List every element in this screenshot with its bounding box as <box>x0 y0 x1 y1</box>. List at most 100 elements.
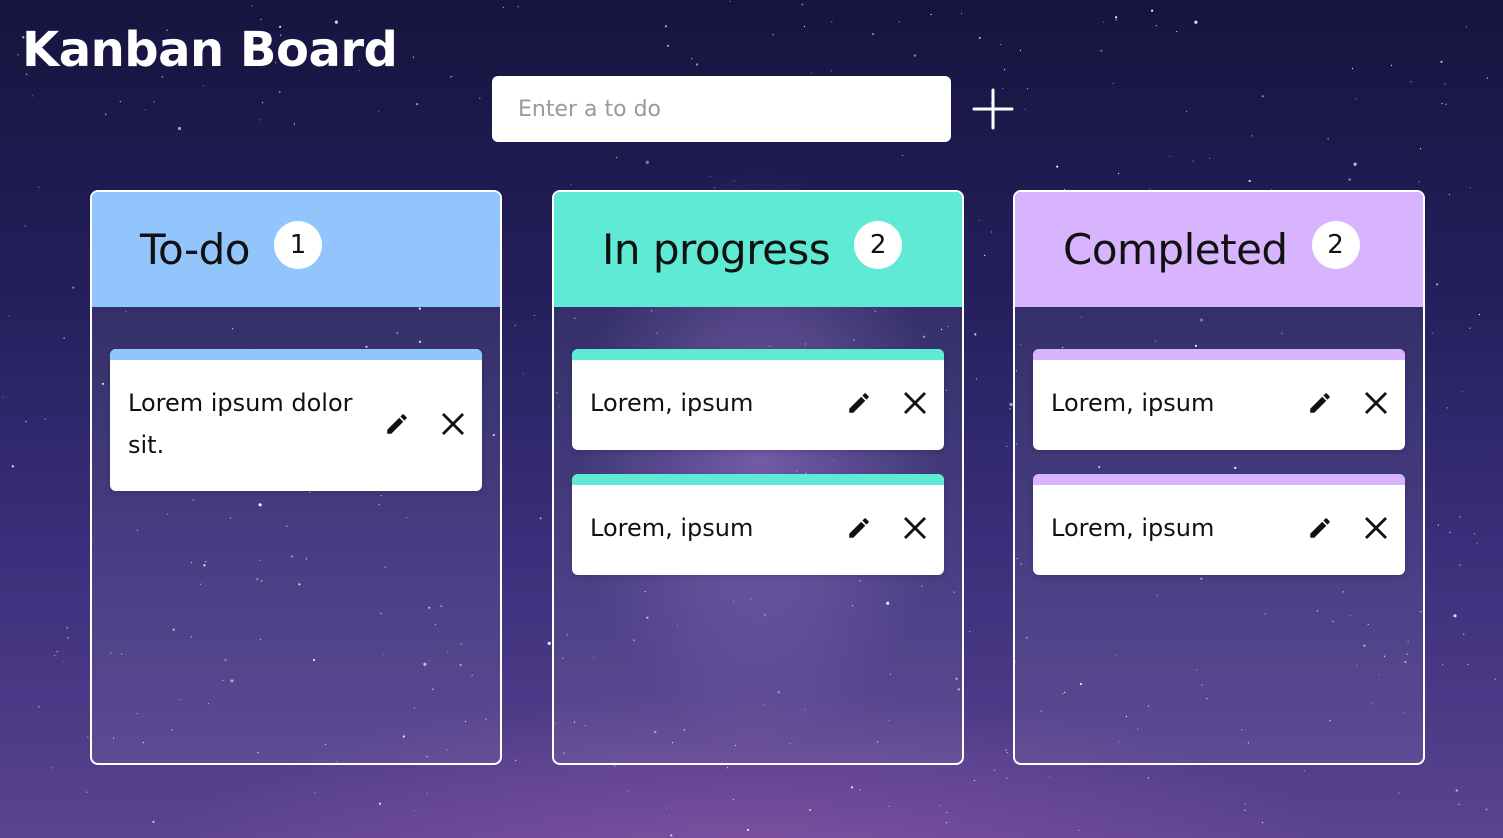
star <box>627 790 630 792</box>
star <box>1155 25 1157 27</box>
star <box>153 101 155 103</box>
star <box>804 25 806 28</box>
edit-button[interactable] <box>1303 511 1337 545</box>
edit-button[interactable] <box>380 407 414 441</box>
star <box>1441 102 1443 105</box>
edit-button[interactable] <box>842 511 876 545</box>
star <box>1049 776 1051 778</box>
star <box>645 160 649 164</box>
star <box>666 807 668 809</box>
column-header: In progress 2 <box>554 192 962 307</box>
star <box>888 805 890 808</box>
star <box>1478 314 1480 316</box>
card-color-strip <box>1033 474 1405 485</box>
page-title: Kanban Board <box>22 22 398 78</box>
task-card[interactable]: Lorem, ipsum <box>1033 349 1405 450</box>
star <box>1019 49 1022 52</box>
star <box>1355 98 1357 100</box>
add-todo-button[interactable] <box>970 86 1016 132</box>
star <box>801 3 804 6</box>
task-card[interactable]: Lorem ipsum dolor sit. <box>110 349 482 491</box>
star <box>479 97 481 99</box>
star <box>946 822 948 824</box>
star <box>1410 81 1412 83</box>
star <box>732 799 735 801</box>
star <box>517 6 519 8</box>
delete-button[interactable] <box>436 407 470 441</box>
delete-button[interactable] <box>1359 511 1393 545</box>
column-todo: To-do 1 Lorem ipsum dolor sit. <box>90 190 502 765</box>
task-card[interactable]: Lorem, ipsum <box>572 474 944 575</box>
star <box>152 820 155 824</box>
star <box>733 180 735 182</box>
delete-button[interactable] <box>898 511 932 545</box>
star <box>279 91 281 93</box>
close-icon <box>904 392 926 414</box>
count-badge: 1 <box>274 220 323 269</box>
delete-button[interactable] <box>1359 386 1393 420</box>
card-list: Lorem ipsum dolor sit. <box>92 307 500 491</box>
star <box>913 54 917 57</box>
star <box>1006 752 1008 754</box>
star <box>939 805 941 807</box>
star <box>262 102 264 104</box>
star <box>1244 803 1246 805</box>
edit-button[interactable] <box>842 386 876 420</box>
column-title: In progress <box>602 225 831 274</box>
column-in-progress: In progress 2 Lorem, ipsum Lorem, ipsum <box>552 190 964 765</box>
star <box>978 36 981 40</box>
star <box>25 421 27 423</box>
close-icon <box>442 412 464 435</box>
star <box>2 396 4 398</box>
star <box>1459 564 1461 566</box>
star <box>902 154 904 156</box>
card-list: Lorem, ipsum Lorem, ipsum <box>554 307 962 575</box>
star <box>1469 187 1471 189</box>
star <box>67 637 69 639</box>
todo-input[interactable] <box>492 76 951 142</box>
star <box>1151 9 1154 12</box>
star <box>830 70 832 72</box>
star <box>930 13 932 16</box>
star <box>1192 160 1194 162</box>
column-header: To-do 1 <box>92 192 500 307</box>
star <box>1006 445 1008 447</box>
star <box>1391 64 1393 66</box>
star <box>859 789 861 791</box>
column-header: Completed 2 <box>1015 192 1423 307</box>
star <box>973 779 976 782</box>
star <box>547 641 551 646</box>
pencil-icon <box>1310 393 1330 413</box>
star <box>378 110 380 112</box>
star <box>1485 808 1488 811</box>
star <box>691 58 693 60</box>
star <box>1147 777 1149 779</box>
star <box>1436 283 1439 286</box>
star <box>1353 162 1357 166</box>
star <box>1467 663 1469 665</box>
star <box>31 95 33 97</box>
star <box>1251 135 1253 137</box>
star <box>1465 26 1468 28</box>
star <box>1351 67 1354 70</box>
star <box>53 655 56 657</box>
star <box>202 85 204 87</box>
star <box>1209 157 1211 159</box>
star <box>1469 327 1471 329</box>
edit-button[interactable] <box>1303 386 1337 420</box>
star <box>1100 49 1103 52</box>
star <box>1056 165 1059 168</box>
star <box>378 802 382 805</box>
task-card[interactable]: Lorem, ipsum <box>1033 474 1405 575</box>
star <box>1304 770 1306 772</box>
star <box>1445 103 1447 105</box>
task-card[interactable]: Lorem, ipsum <box>572 349 944 450</box>
star <box>960 12 963 15</box>
star <box>1248 179 1251 183</box>
star <box>974 333 977 336</box>
pencil-icon <box>1310 518 1330 538</box>
star <box>1463 633 1465 635</box>
delete-button[interactable] <box>898 386 932 420</box>
star <box>1494 678 1496 680</box>
star <box>831 21 833 23</box>
